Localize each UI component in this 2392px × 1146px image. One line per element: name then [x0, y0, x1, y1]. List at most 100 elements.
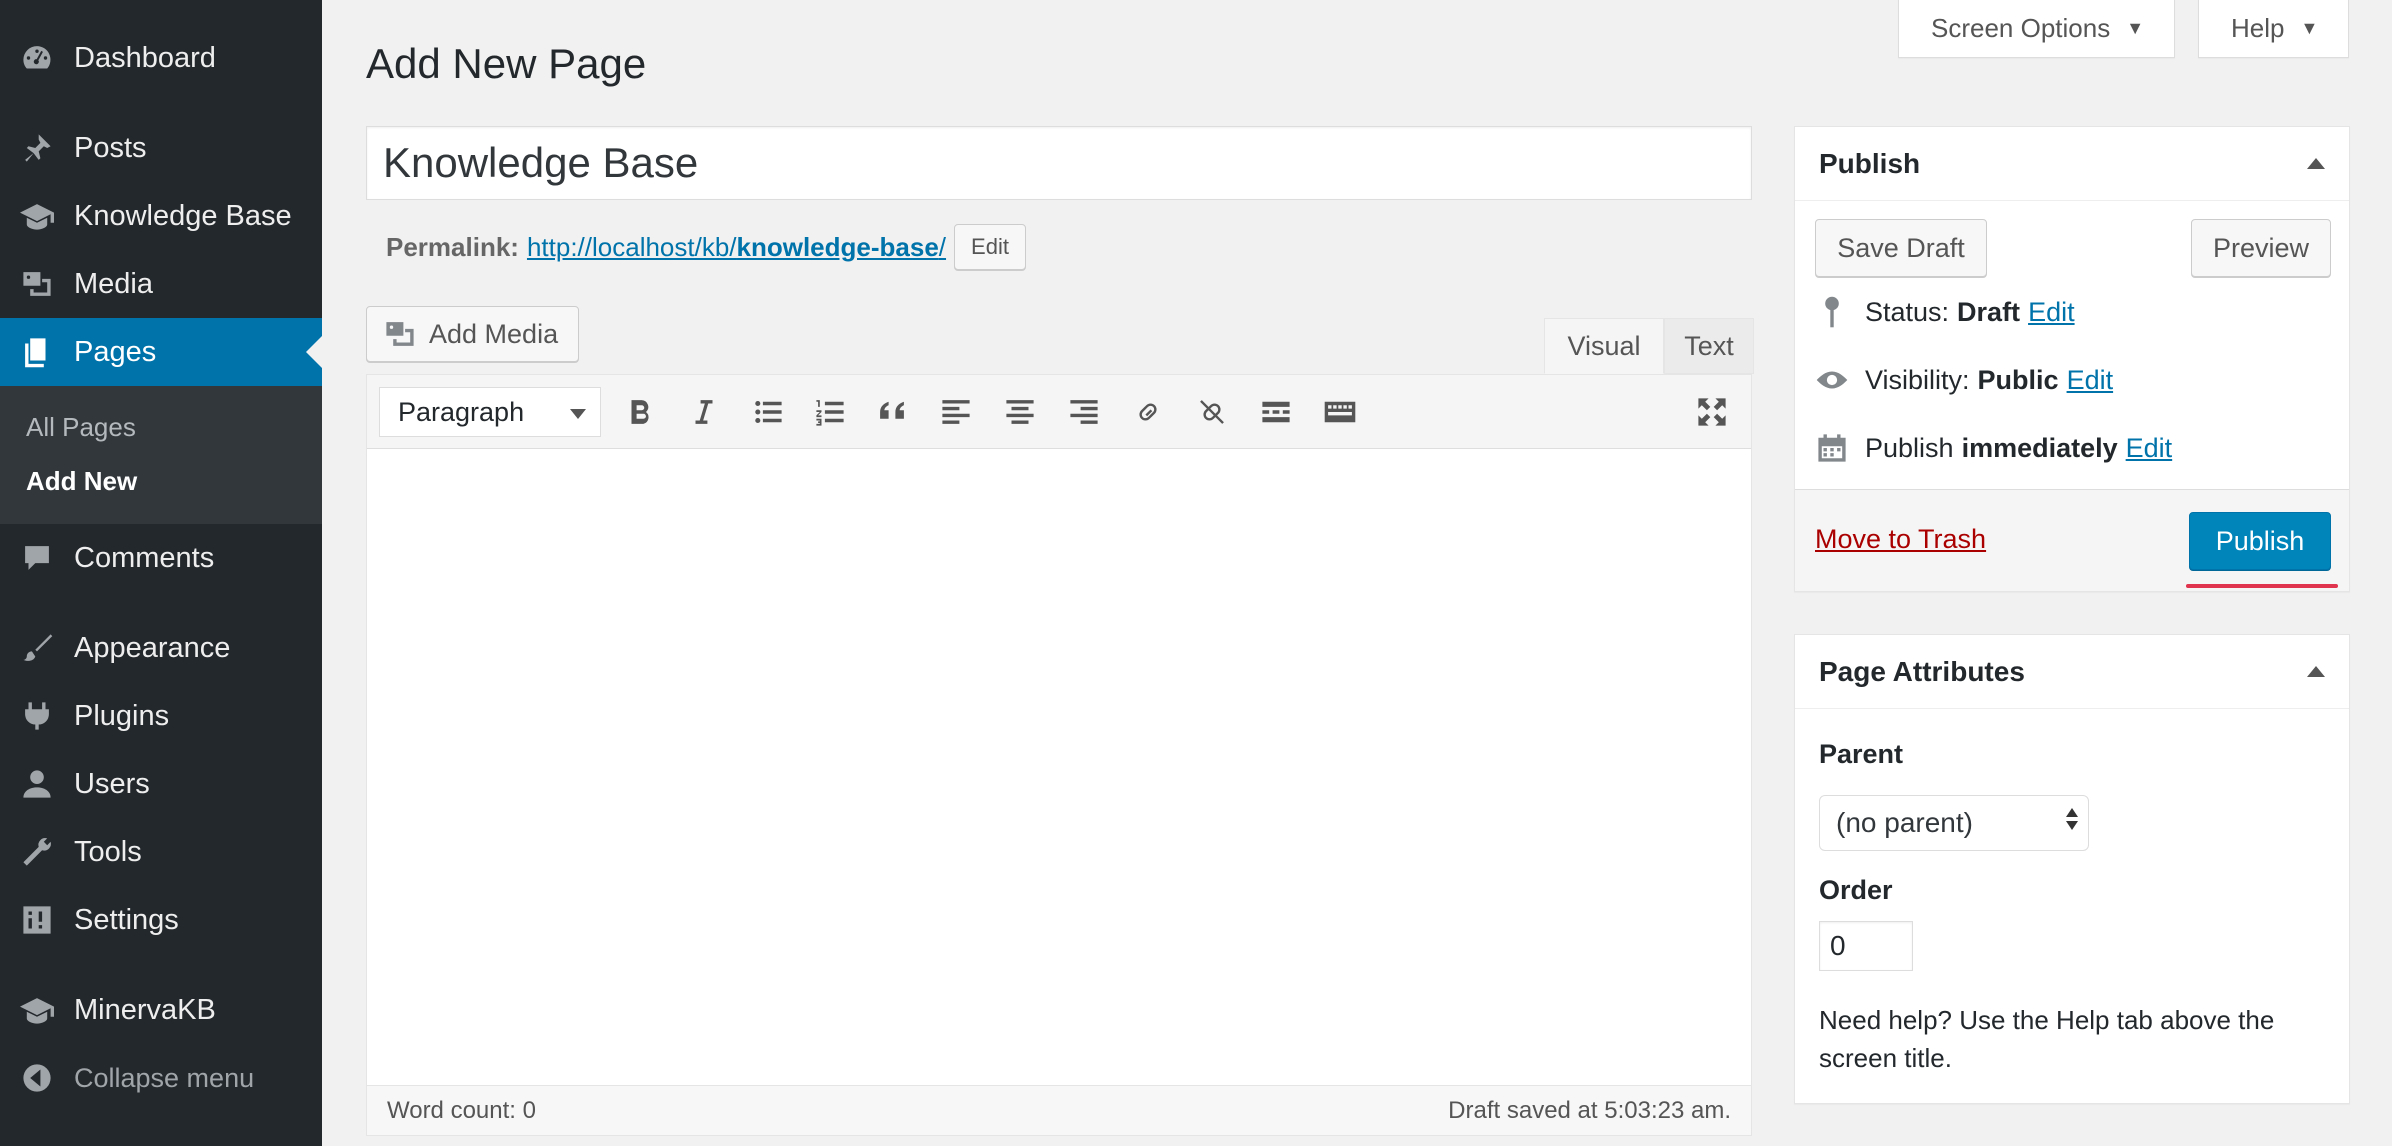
sidebar-item-media[interactable]: Media: [0, 250, 322, 318]
visibility-edit-link[interactable]: Edit: [2067, 365, 2114, 396]
align-center-icon[interactable]: [999, 391, 1041, 433]
caret-down-icon: ▼: [2300, 18, 2319, 38]
graduation-cap-icon: [0, 993, 74, 1027]
order-input[interactable]: 0: [1819, 921, 1913, 971]
parent-select[interactable]: (no parent): [1819, 795, 2089, 851]
format-select[interactable]: Paragraph: [379, 387, 601, 437]
visibility-row: Visibility: Public Edit: [1815, 363, 2113, 397]
page-title: Add New Page: [366, 40, 647, 87]
sidebar-item-tools[interactable]: Tools: [0, 818, 322, 886]
tab-visual[interactable]: Visual: [1544, 318, 1664, 374]
numbered-list-icon[interactable]: [809, 391, 851, 433]
permalink-link[interactable]: http://localhost/kb/knowledge-base/: [527, 232, 946, 263]
bullet-list-icon[interactable]: [747, 391, 789, 433]
collapse-triangle-icon[interactable]: [2307, 158, 2325, 169]
toolbar-toggle-icon[interactable]: [1319, 391, 1361, 433]
blockquote-icon[interactable]: [871, 391, 913, 433]
sidebar-item-label: Comments: [74, 541, 215, 574]
sidebar-item-label: Users: [74, 767, 150, 800]
highlight-underline: [2186, 584, 2338, 588]
publish-box-header[interactable]: Publish: [1795, 127, 2349, 201]
sidebar-item-label: Media: [74, 267, 153, 300]
word-count: Word count: 0: [387, 1096, 536, 1124]
collapse-menu-button[interactable]: Collapse menu: [0, 1044, 322, 1112]
pages-submenu: All Pages Add New: [0, 386, 322, 524]
page-attributes-box: Page Attributes Parent (no parent) Order…: [1794, 634, 2350, 1104]
bold-icon[interactable]: [619, 391, 661, 433]
title-input[interactable]: Knowledge Base: [366, 126, 1752, 200]
permalink-edit-button[interactable]: Edit: [954, 224, 1026, 270]
publish-box: Publish Save Draft Preview Status: Draft E…: [1794, 126, 2350, 592]
sidebar-item-minervakb[interactable]: MinervaKB: [0, 976, 322, 1044]
italic-icon[interactable]: [683, 391, 725, 433]
publish-actions: Move to Trash Publish: [1795, 489, 2349, 591]
move-to-trash-link[interactable]: Move to Trash: [1815, 524, 1986, 555]
status-row: Status: Draft Edit: [1815, 295, 2075, 329]
align-right-icon[interactable]: [1063, 391, 1105, 433]
sidebar-item-settings[interactable]: Settings: [0, 886, 322, 954]
sidebar-item-pages[interactable]: Pages: [0, 318, 322, 386]
publish-date-edit-link[interactable]: Edit: [2126, 433, 2173, 464]
permalink-row: Permalink: http://localhost/kb/knowledge…: [386, 224, 1026, 270]
plug-icon: [0, 699, 74, 733]
attributes-help-text: Need help? Use the Help tab above the sc…: [1819, 1005, 2275, 1073]
media-icon: [0, 267, 74, 301]
wrench-icon: [0, 835, 74, 869]
publish-date-row: Publish immediately Edit: [1815, 431, 2172, 465]
caret-down-icon: ▼: [2126, 18, 2145, 38]
permalink-label: Permalink:: [386, 231, 519, 262]
sidebar-item-plugins[interactable]: Plugins: [0, 682, 322, 750]
sidebar-item-appearance[interactable]: Appearance: [0, 614, 322, 682]
editor-toolbar: Paragraph: [367, 375, 1751, 449]
sidebar-item-label: Settings: [74, 903, 179, 936]
admin-sidebar: Dashboard Posts Knowledge Base Media Pag…: [0, 0, 322, 1146]
select-arrows-icon: [2066, 808, 2078, 830]
fullscreen-icon[interactable]: [1691, 391, 1733, 433]
sidebar-item-knowledge-base[interactable]: Knowledge Base: [0, 182, 322, 250]
brush-icon: [0, 631, 74, 665]
screen-options-button[interactable]: Screen Options ▼: [1898, 0, 2176, 58]
unlink-icon[interactable]: [1191, 391, 1233, 433]
dashboard-icon: [0, 41, 74, 75]
align-left-icon[interactable]: [935, 391, 977, 433]
draft-saved-status: Draft saved at 5:03:23 am.: [1448, 1096, 1731, 1124]
tab-text[interactable]: Text: [1664, 318, 1754, 374]
link-icon[interactable]: [1127, 391, 1169, 433]
submenu-add-new[interactable]: Add New: [26, 466, 137, 497]
content-editor: Paragraph Word count: 0 Draft saved at 5…: [366, 374, 1752, 1136]
pages-icon: [0, 335, 74, 369]
sidebar-item-users[interactable]: Users: [0, 750, 322, 818]
editor-status-bar: Word count: 0 Draft saved at 5:03:23 am.: [367, 1085, 1751, 1135]
sidebar-item-comments[interactable]: Comments: [0, 524, 322, 592]
collapse-menu-label: Collapse menu: [74, 1062, 255, 1093]
sidebar-item-label: Dashboard: [74, 41, 216, 74]
publish-button[interactable]: Publish: [2189, 512, 2331, 570]
submenu-all-pages[interactable]: All Pages: [26, 412, 136, 443]
preview-button[interactable]: Preview: [2191, 219, 2331, 277]
sidebar-item-label: Appearance: [74, 631, 231, 664]
read-more-icon[interactable]: [1255, 391, 1297, 433]
collapse-triangle-icon[interactable]: [2307, 666, 2325, 677]
sidebar-item-dashboard[interactable]: Dashboard: [0, 24, 322, 92]
comment-icon: [0, 541, 74, 575]
media-icon: [386, 322, 414, 346]
order-label: Order: [1819, 875, 1893, 905]
sidebar-item-label: Pages: [74, 335, 157, 368]
eye-icon: [1816, 371, 1848, 389]
graduation-cap-icon: [0, 199, 74, 233]
sidebar-item-label: Posts: [74, 131, 147, 164]
pin-icon: [1825, 296, 1839, 328]
sidebar-item-label: MinervaKB: [74, 993, 216, 1026]
save-draft-button[interactable]: Save Draft: [1815, 219, 1987, 277]
sidebar-item-posts[interactable]: Posts: [0, 114, 322, 182]
caret-down-icon: [570, 409, 586, 419]
collapse-arrow-icon: [0, 1061, 74, 1095]
pin-icon: [0, 131, 74, 165]
sliders-icon: [0, 903, 74, 937]
status-edit-link[interactable]: Edit: [2028, 297, 2075, 328]
add-media-button[interactable]: Add Media: [366, 306, 580, 362]
page-attributes-header[interactable]: Page Attributes: [1795, 635, 2349, 709]
parent-label: Parent: [1819, 739, 1904, 769]
help-button[interactable]: Help ▼: [2198, 0, 2350, 58]
calendar-icon: [1818, 434, 1846, 462]
